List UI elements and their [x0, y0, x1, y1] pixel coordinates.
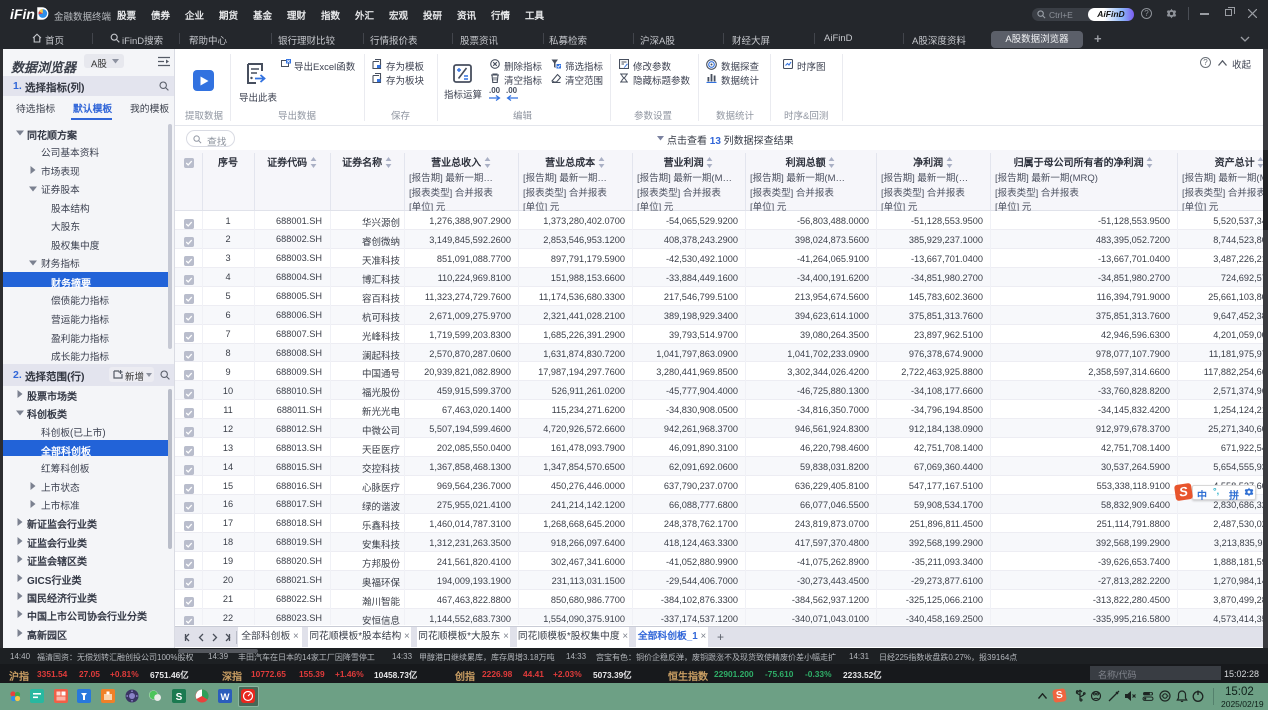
svg-text:S: S — [176, 692, 183, 703]
svg-text:W: W — [221, 692, 230, 703]
